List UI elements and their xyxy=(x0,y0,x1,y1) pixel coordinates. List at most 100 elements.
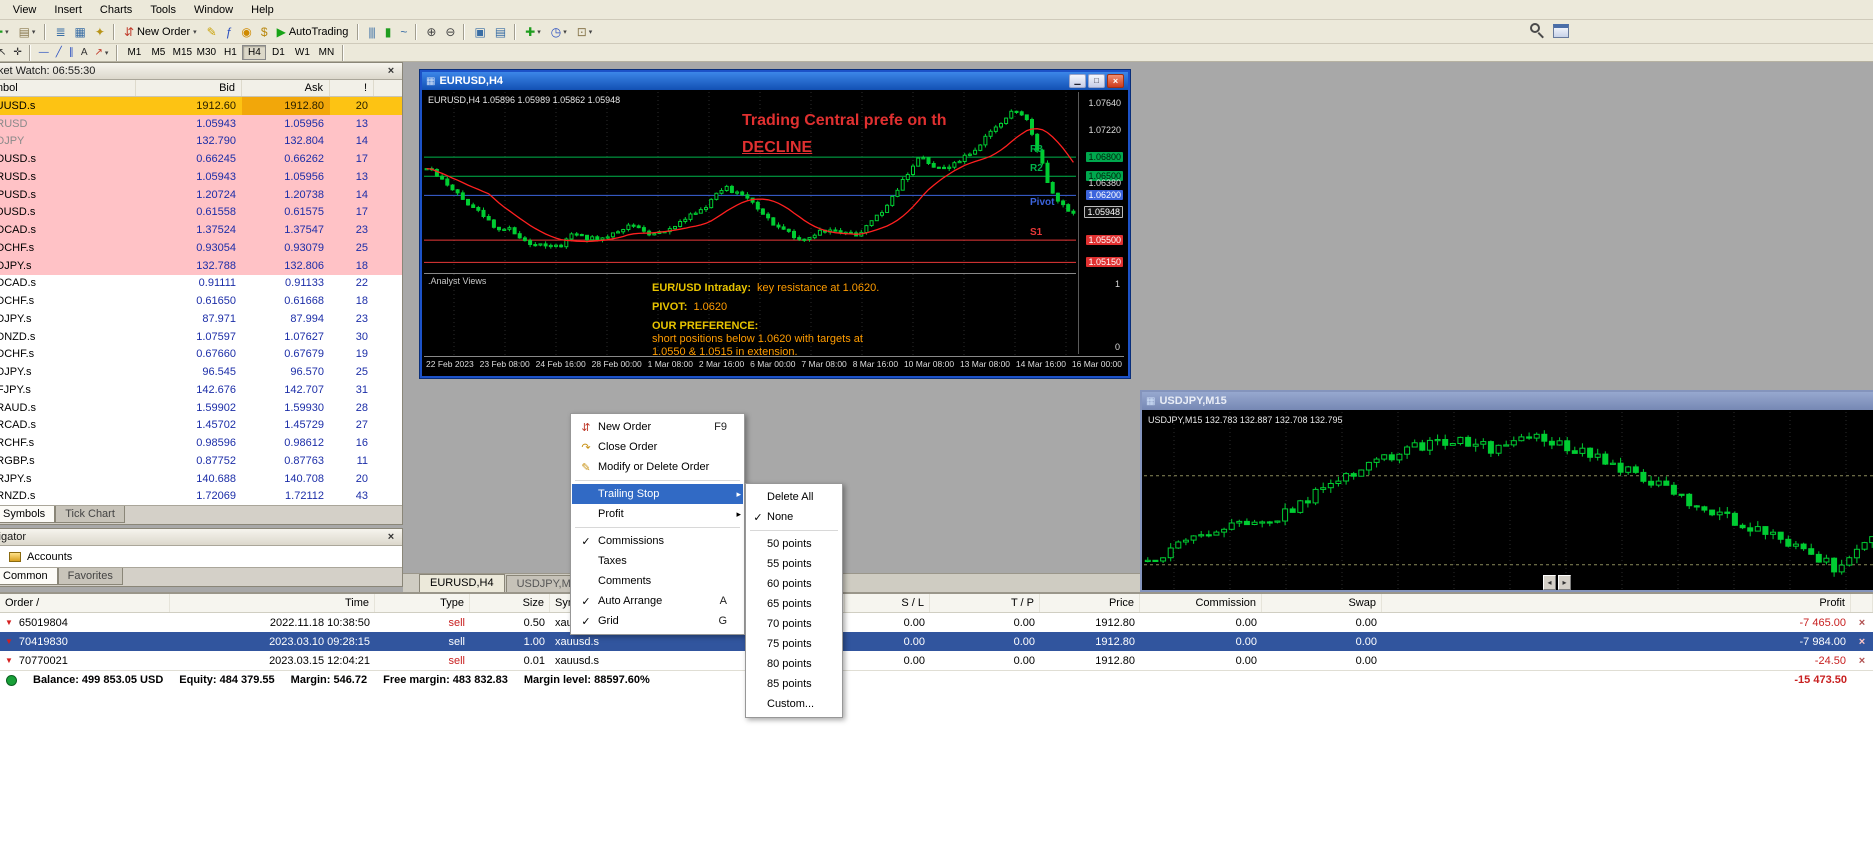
toolbox-icon[interactable] xyxy=(1553,24,1569,38)
market-watch-row[interactable]: AUDUSD.s0.662450.6626217 xyxy=(0,150,402,168)
line-chart-button[interactable]: ~ xyxy=(396,22,410,42)
deposit-button[interactable]: $ xyxy=(257,22,271,42)
terminal-column-t-p[interactable]: T / P xyxy=(930,594,1040,612)
cursor-button[interactable]: ↖ xyxy=(0,45,8,60)
metaeditor-button[interactable]: ✎ xyxy=(203,22,220,42)
market-watch-row[interactable]: CADCHF.s0.676600.6767919 xyxy=(0,346,402,364)
menu-item-custom[interactable]: Custom... xyxy=(747,694,841,714)
trendline-button[interactable]: ╱ xyxy=(53,45,64,60)
text-button[interactable]: A xyxy=(78,45,90,60)
tile-windows-button[interactable]: ▣ xyxy=(470,22,488,42)
menu-item-comments[interactable]: Comments xyxy=(572,571,743,591)
market-watch-row[interactable]: AUDCHF.s0.616500.6166818 xyxy=(0,292,402,310)
menu-item-delete-all[interactable]: Delete All xyxy=(747,487,841,507)
menu-item-75-points[interactable]: 75 points xyxy=(747,634,841,654)
market-watch-row[interactable]: XAUUSD.s1912.601912.8020 xyxy=(0,97,402,115)
market-watch-row[interactable]: AUDNZD.s1.075971.0762730 xyxy=(0,328,402,346)
new-order-button[interactable]: ⇵New Order▾ xyxy=(120,22,201,42)
menu-item-close-order[interactable]: ↷Close Order xyxy=(572,437,743,457)
usdjpy-window-titlebar[interactable]: ▦ USDJPY,M15 xyxy=(1142,392,1873,410)
menu-item-60-points[interactable]: 60 points xyxy=(747,574,841,594)
arrows-button[interactable]: ↗▾ xyxy=(91,45,111,60)
market-watch-row[interactable]: AUDCAD.s0.911110.9113322 xyxy=(0,275,402,293)
tab-common[interactable]: Common xyxy=(0,568,58,585)
timeframe-w1[interactable]: W1 xyxy=(290,45,314,60)
timeframe-m5[interactable]: M5 xyxy=(146,45,170,60)
menu-item-modify-or-delete-order[interactable]: ✎Modify or Delete Order xyxy=(572,457,743,477)
mdi-tab-eurusd-h4[interactable]: EURUSD,H4 xyxy=(419,574,505,592)
timeframe-mn[interactable]: MN xyxy=(314,45,338,60)
new-chart-button[interactable]: ✚▾ xyxy=(0,22,13,42)
menu-item-none[interactable]: ✓None xyxy=(747,507,841,527)
tab-scroll-left-button[interactable]: ◂ xyxy=(1543,575,1556,590)
market-watch-row[interactable]: EURAUD.s1.599021.5993028 xyxy=(0,399,402,417)
candlestick-chart-button[interactable]: ▮ xyxy=(381,22,395,42)
menu-charts[interactable]: Charts xyxy=(91,1,141,19)
terminal-column-type[interactable]: Type xyxy=(375,594,470,612)
close-icon[interactable]: × xyxy=(384,65,398,77)
menu-tools[interactable]: Tools xyxy=(141,1,185,19)
templates-button[interactable]: ⊡▾ xyxy=(573,22,597,42)
menu-item-commissions[interactable]: ✓Commissions xyxy=(572,531,743,551)
order-row[interactable]: ▼707700212023.03.15 12:04:21sell0.01xauu… xyxy=(0,651,1873,670)
menu-view[interactable]: View xyxy=(4,1,46,19)
autotrading-button[interactable]: ▶AutoTrading xyxy=(273,22,353,42)
market-watch-row[interactable]: USDJPY.s132.788132.80618 xyxy=(0,257,402,275)
timeframe-m1[interactable]: M1 xyxy=(122,45,146,60)
experts-button[interactable]: ƒ xyxy=(222,22,236,42)
search-icon[interactable] xyxy=(1530,23,1545,38)
timeframe-m15[interactable]: M15 xyxy=(170,45,194,60)
terminal-column-profit[interactable]: Profit xyxy=(1382,594,1851,612)
indicators-button[interactable]: ✚▾ xyxy=(521,22,545,42)
terminal-column-order[interactable]: Order / xyxy=(0,594,170,612)
close-position-button[interactable]: × xyxy=(1851,655,1873,667)
tab-scroll-right-button[interactable]: ▸ xyxy=(1558,575,1571,590)
tab-symbols[interactable]: Symbols xyxy=(0,506,55,523)
market-watch-row[interactable]: EURGBP.s0.877520.8776311 xyxy=(0,452,402,470)
market-watch-row[interactable]: EURUSD1.059431.0595613 xyxy=(0,115,402,133)
timeframe-d1[interactable]: D1 xyxy=(266,45,290,60)
market-watch-row[interactable]: EURNZD.s1.720691.7211243 xyxy=(0,488,402,506)
market-watch-row[interactable]: GBPUSD.s1.207241.2073814 xyxy=(0,186,402,204)
terminal-column-time[interactable]: Time xyxy=(170,594,375,612)
mql5-community-button[interactable]: ◉ xyxy=(237,22,254,42)
menu-item-80-points[interactable]: 80 points xyxy=(747,654,841,674)
market-watch-row[interactable]: EURUSD.s1.059431.0595613 xyxy=(0,168,402,186)
timeframe-m30[interactable]: M30 xyxy=(194,45,218,60)
data-window-button[interactable]: ▦ xyxy=(71,22,89,42)
menu-item-auto-arrange[interactable]: ✓Auto ArrangeA xyxy=(572,591,743,611)
terminal-column-price[interactable]: Price xyxy=(1040,594,1140,612)
terminal-column-commission[interactable]: Commission xyxy=(1140,594,1262,612)
market-watch-titlebar[interactable]: Market Watch: 06:55:30 × xyxy=(0,63,402,80)
close-position-button[interactable]: × xyxy=(1851,617,1873,629)
close-button[interactable]: × xyxy=(1107,74,1124,88)
navigator-titlebar[interactable]: Navigator × xyxy=(0,529,402,546)
market-watch-column-symbol[interactable]: Symbol xyxy=(0,80,136,96)
market-watch-row[interactable]: EURJPY.s140.688140.70820 xyxy=(0,470,402,488)
market-watch-row[interactable]: AUDJPY.s87.97187.99423 xyxy=(0,310,402,328)
menu-item-trailing-stop[interactable]: Trailing Stop▸ xyxy=(572,484,743,504)
market-watch-column-spread[interactable]: ! xyxy=(330,80,374,96)
close-position-button[interactable]: × xyxy=(1851,636,1873,648)
menu-item-taxes[interactable]: Taxes xyxy=(572,551,743,571)
navigator-button[interactable]: ✦ xyxy=(91,22,108,42)
market-watch-row[interactable]: EURCHF.s0.985960.9861216 xyxy=(0,434,402,452)
navigator-item-accounts[interactable]: Accounts xyxy=(0,548,402,566)
menu-item-50-points[interactable]: 50 points xyxy=(747,534,841,554)
market-watch-button[interactable]: ≣ xyxy=(51,22,68,42)
menu-item-55-points[interactable]: 55 points xyxy=(747,554,841,574)
order-row[interactable]: ▼650198042022.11.18 10:38:50sell0.50xauu… xyxy=(0,613,1873,632)
market-watch-row[interactable]: CHFJPY.s142.676142.70731 xyxy=(0,381,402,399)
market-watch-row[interactable]: USDCAD.s1.375241.3754723 xyxy=(0,221,402,239)
crosshair-button[interactable]: ✛ xyxy=(10,45,23,60)
profiles-button[interactable]: ▤▾ xyxy=(15,22,40,42)
market-watch-column-bid[interactable]: Bid xyxy=(136,80,242,96)
horizontal-line-button[interactable]: — xyxy=(36,45,51,60)
market-watch-column-ask[interactable]: Ask xyxy=(242,80,330,96)
market-watch-row[interactable]: USDJPY132.790132.80414 xyxy=(0,133,402,151)
eurusd-window-titlebar[interactable]: ▦ EURUSD,H4 ▁ □ × xyxy=(422,72,1128,90)
order-row[interactable]: ▼704198302023.03.10 09:28:15sell1.00xauu… xyxy=(0,632,1873,651)
menu-item-70-points[interactable]: 70 points xyxy=(747,614,841,634)
menu-item-profit[interactable]: Profit▸ xyxy=(572,504,743,524)
menu-item-85-points[interactable]: 85 points xyxy=(747,674,841,694)
